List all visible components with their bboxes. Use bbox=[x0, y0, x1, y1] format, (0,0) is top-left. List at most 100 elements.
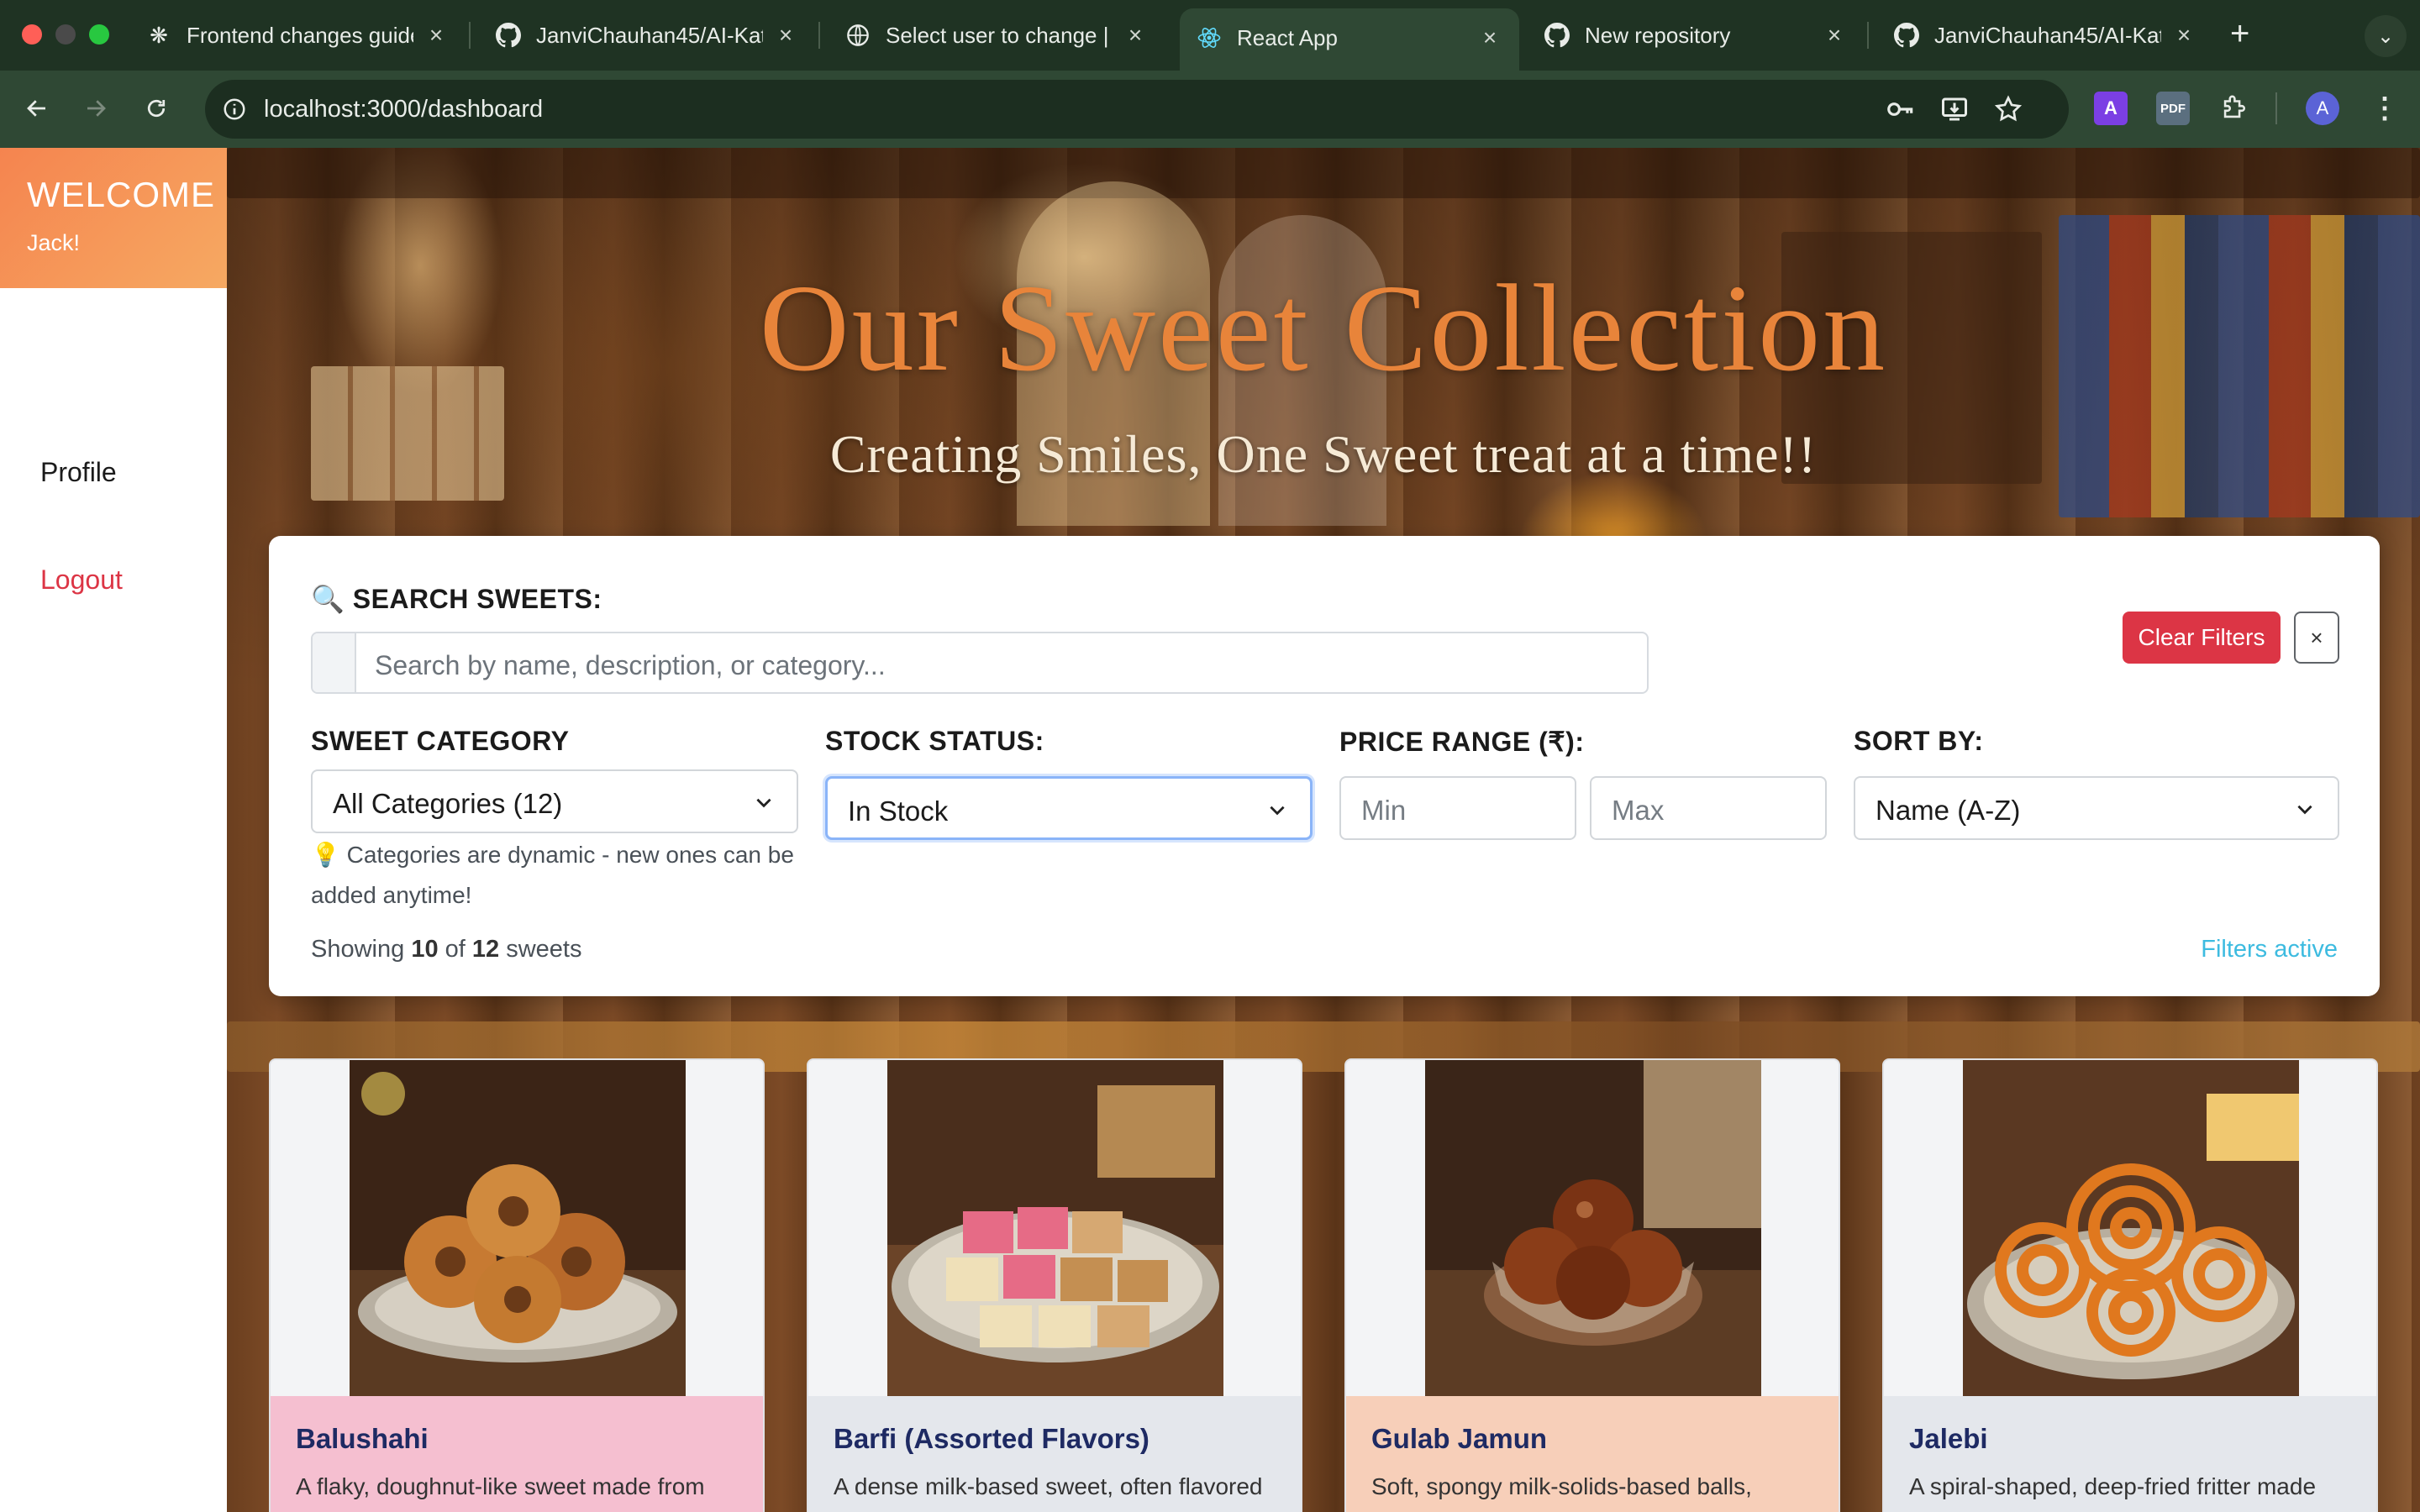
browser-tab[interactable]: JanviChauhan45/AI-Kata × bbox=[1877, 12, 2213, 59]
sweet-name: Barfi (Assorted Flavors) bbox=[834, 1423, 1150, 1454]
password-key-icon[interactable] bbox=[1884, 92, 1918, 126]
browser-tab-bar: ❋ Frontend changes guide × JanviChauhan4… bbox=[0, 0, 2420, 71]
stock-status-select[interactable]: In Stock bbox=[825, 776, 1313, 840]
window-minimize-button[interactable] bbox=[55, 24, 76, 45]
tab-search-chevron-icon[interactable]: ⌄ bbox=[2365, 15, 2407, 57]
window-zoom-button[interactable] bbox=[89, 24, 109, 45]
back-arrow-icon[interactable] bbox=[18, 89, 56, 128]
bookmark-star-icon[interactable] bbox=[1991, 92, 2025, 126]
extensions-puzzle-icon[interactable] bbox=[2217, 92, 2250, 125]
github-icon bbox=[1894, 23, 1919, 48]
globe-icon bbox=[845, 23, 871, 48]
hero-title: Our Sweet Collection bbox=[759, 260, 1888, 397]
sweet-card[interactable]: Gulab Jamun Soft, spongy milk-solids-bas… bbox=[1344, 1058, 1840, 1512]
browser-toolbar: localhost:3000/dashboard A PDF A ⋮ bbox=[0, 71, 2420, 148]
tab-close-icon[interactable]: × bbox=[773, 22, 798, 48]
shop-background-shelf bbox=[227, 148, 2420, 198]
tab-title: React App bbox=[1237, 24, 1338, 50]
sweet-card[interactable]: Balushahi A flaky, doughnut-like sweet m… bbox=[269, 1058, 765, 1512]
search-input[interactable]: Search by name, description, or category… bbox=[311, 632, 1649, 694]
sweet-description: A spiral-shaped, deep-fried fritter made bbox=[1909, 1473, 2317, 1499]
filters-active-indicator: Filters active bbox=[2201, 936, 2338, 963]
card-body: Barfi (Assorted Flavors) A dense milk-ba… bbox=[808, 1396, 1301, 1512]
extension-a-icon[interactable]: A bbox=[2094, 92, 2128, 125]
sweet-name: Gulab Jamun bbox=[1371, 1423, 1548, 1454]
card-body: Gulab Jamun Soft, spongy milk-solids-bas… bbox=[1346, 1396, 1839, 1512]
sweet-name: Jalebi bbox=[1909, 1423, 1988, 1454]
browser-tab[interactable]: Select user to change | Django × bbox=[829, 12, 1165, 59]
price-min-input[interactable]: Min bbox=[1339, 776, 1576, 840]
chevron-down-icon bbox=[1270, 806, 1285, 816]
tab-title: Frontend changes guide bbox=[187, 22, 413, 48]
barfi-image bbox=[887, 1060, 1223, 1396]
balushahi-image bbox=[350, 1060, 686, 1396]
sidebar-item-sweet-collection[interactable]: Sweet Collection bbox=[40, 333, 200, 413]
browser-tab[interactable]: ❋ Frontend changes guide × bbox=[129, 12, 466, 59]
tab-title: JanviChauhan45/AI-Kata bbox=[1934, 22, 2161, 48]
react-icon bbox=[1197, 25, 1222, 50]
hero-subtitle: Creating Smiles, One Sweet treat at a ti… bbox=[829, 424, 1818, 484]
browser-menu-icon[interactable]: ⋮ bbox=[2368, 92, 2402, 125]
sweet-description: Soft, spongy milk-solids-based balls, bbox=[1371, 1473, 1752, 1499]
search-label: 🔍 SEARCH SWEETS: bbox=[311, 584, 602, 614]
sort-by-select[interactable]: Name (A-Z) bbox=[1854, 776, 2339, 840]
sidebar-item-profile[interactable]: Profile bbox=[40, 457, 117, 488]
category-selected-value: All Categories (12) bbox=[333, 788, 563, 819]
tab-close-icon[interactable]: × bbox=[1822, 22, 1847, 48]
chevron-down-icon bbox=[756, 798, 771, 808]
close-filters-button[interactable]: × bbox=[2294, 612, 2339, 664]
pdf-extension-icon[interactable]: PDF bbox=[2156, 92, 2190, 125]
tab-title: JanviChauhan45/AI-Kata bbox=[536, 22, 763, 48]
reload-icon[interactable] bbox=[137, 89, 176, 128]
browser-tab[interactable]: New repository × bbox=[1528, 12, 1864, 59]
results-suffix: sweets bbox=[506, 936, 582, 963]
stock-status-label: STOCK STATUS: bbox=[825, 726, 1044, 756]
sort-selected-value: Name (A-Z) bbox=[1876, 795, 2021, 826]
category-label: SWEET CATEGORY bbox=[311, 726, 570, 756]
gulab-jamun-image bbox=[1425, 1060, 1761, 1396]
browser-tab[interactable]: JanviChauhan45/AI-Kata × bbox=[479, 12, 815, 59]
tab-close-icon[interactable]: × bbox=[1123, 22, 1148, 48]
price-max-input[interactable]: Max bbox=[1590, 776, 1827, 840]
browser-tab-active[interactable]: React App × bbox=[1180, 8, 1519, 71]
tab-close-icon[interactable]: × bbox=[2171, 22, 2196, 48]
filter-panel: 🔍 SEARCH SWEETS: Search by name, descrip… bbox=[269, 536, 2380, 996]
results-total-count: 12 bbox=[471, 936, 500, 963]
tab-title: New repository bbox=[1585, 22, 1731, 48]
profile-avatar[interactable]: A bbox=[2306, 92, 2339, 125]
welcome-username: Jack! bbox=[27, 230, 81, 255]
window-close-button[interactable] bbox=[22, 24, 42, 45]
price-range-label: PRICE RANGE (₹): bbox=[1339, 727, 1585, 757]
sidebar-item-logout[interactable]: Logout bbox=[40, 564, 123, 596]
tab-separator bbox=[469, 22, 471, 49]
page-viewport: WELCOME Jack! Sweet Collection Profile L… bbox=[0, 148, 2420, 1512]
tab-separator bbox=[818, 22, 820, 49]
new-tab-button[interactable]: + bbox=[2230, 17, 2249, 50]
install-app-icon[interactable] bbox=[1938, 92, 1971, 126]
tab-close-icon[interactable]: × bbox=[1477, 24, 1502, 50]
address-bar[interactable]: localhost:3000/dashboard bbox=[205, 80, 2069, 139]
clear-filters-button[interactable]: Clear Filters bbox=[2123, 612, 2281, 664]
price-min-placeholder: Min bbox=[1361, 795, 1407, 826]
card-body: Balushahi A flaky, doughnut-like sweet m… bbox=[271, 1396, 763, 1512]
stock-status-selected-value: In Stock bbox=[848, 795, 949, 827]
sweet-card[interactable]: Barfi (Assorted Flavors) A dense milk-ba… bbox=[807, 1058, 1302, 1512]
sweet-card[interactable]: Jalebi A spiral-shaped, deep-fried fritt… bbox=[1882, 1058, 2378, 1512]
tab-close-icon[interactable]: × bbox=[424, 22, 449, 48]
forward-arrow-icon[interactable] bbox=[76, 89, 115, 128]
tab-title: Select user to change | Django bbox=[886, 22, 1113, 48]
sidebar: WELCOME Jack! Sweet Collection Profile L… bbox=[0, 148, 227, 1512]
chevron-down-icon bbox=[2297, 805, 2312, 815]
url-text[interactable]: localhost:3000/dashboard bbox=[264, 96, 543, 123]
search-placeholder[interactable]: Search by name, description, or category… bbox=[375, 650, 886, 681]
site-info-icon[interactable] bbox=[215, 90, 254, 129]
chatgpt-icon: ❋ bbox=[150, 22, 168, 48]
welcome-title: WELCOME bbox=[27, 175, 216, 214]
toolbar-separator bbox=[2275, 92, 2277, 124]
price-max-placeholder: Max bbox=[1612, 795, 1665, 826]
main-content: Our Sweet Collection Creating Smiles, On… bbox=[227, 148, 2420, 1512]
github-icon bbox=[1544, 23, 1570, 48]
results-of: of bbox=[445, 936, 466, 963]
category-hint: 💡 Categories are dynamic - new ones can … bbox=[311, 842, 794, 908]
category-select[interactable]: All Categories (12) bbox=[311, 769, 798, 833]
